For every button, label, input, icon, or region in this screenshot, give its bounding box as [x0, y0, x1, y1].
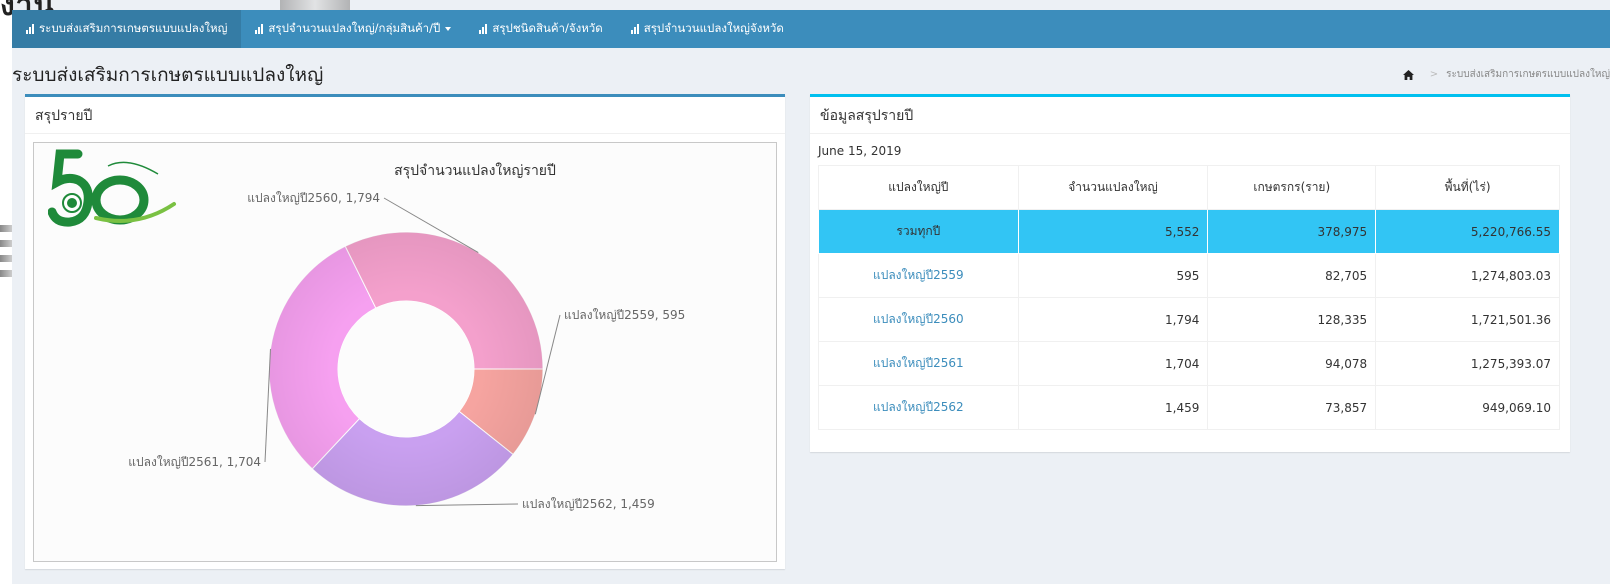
box-title: สรุปรายปี — [25, 97, 785, 134]
cell-plots: 5,552 — [1017, 209, 1209, 254]
column-header-year: แปลงใหญ่ปี — [818, 165, 1019, 210]
home-icon[interactable] — [1402, 69, 1414, 80]
slice-label: แปลงใหญ่ปี2559, 595 — [564, 308, 685, 322]
chevron-down-icon — [445, 27, 452, 31]
top-artifact — [280, 0, 350, 10]
box-title: ข้อมูลสรุปรายปี — [810, 97, 1570, 134]
summary-date: June 15, 2019 — [818, 144, 902, 158]
nav-item-label: สรุปจำนวนแปลงใหญ่จังหวัด — [643, 21, 784, 35]
table-row: แปลงใหญ่ปี2559 595 82,705 1,274,803.03 — [818, 253, 1560, 298]
nav-item-label: สรุปชนิดสินค้า/จังหวัด — [492, 21, 603, 35]
edge-artifact — [0, 270, 12, 277]
top-navbar: ระบบส่งเสริมการเกษตรแบบแปลงใหญ่ สรุปจำนว… — [12, 10, 1610, 48]
slice-label: แปลงใหญ่ปี2561, 1,704 — [128, 455, 261, 469]
bar-chart-icon — [255, 24, 264, 34]
nav-item-plots-province[interactable]: สรุปจำนวนแปลงใหญ่จังหวัด — [617, 10, 798, 48]
nav-item-label: สรุปจำนวนแปลงใหญ่/กลุ่มสินค้า/ปี — [268, 21, 441, 35]
cell-farmers: 82,705 — [1207, 253, 1377, 298]
page-title: ระบบส่งเสริมการเกษตรแบบแปลงใหญ่ — [12, 64, 324, 86]
nav-item-product-province[interactable]: สรุปชนิดสินค้า/จังหวัด — [465, 10, 616, 48]
cell-area: 5,220,766.55 — [1375, 209, 1560, 254]
edge-artifact — [0, 225, 12, 232]
cell-area: 1,721,501.36 — [1375, 297, 1560, 342]
year-link[interactable]: แปลงใหญ่ปี2559 — [818, 253, 1019, 298]
cell-farmers: 73,857 — [1207, 385, 1377, 430]
cell-farmers: 94,078 — [1207, 341, 1377, 386]
summary-table: แปลงใหญ่ปี จำนวนแปลงใหญ่ เกษตรกร(ราย) พื… — [818, 165, 1560, 430]
yearly-summary-box: สรุปรายปี สรุปจำนวนแปลงใหญ่รายปี แปลงใหญ… — [25, 94, 785, 569]
column-header-farmers: เกษตรกร(ราย) — [1207, 165, 1377, 210]
breadcrumb-current: ระบบส่งเสริมการเกษตรแบบแปลงใหญ่ — [1446, 69, 1610, 80]
bar-chart-icon — [630, 24, 639, 34]
label-leader-line — [264, 348, 271, 463]
donut-hole — [338, 301, 474, 437]
nav-item-main-system[interactable]: ระบบส่งเสริมการเกษตรแบบแปลงใหญ่ — [12, 10, 242, 48]
edge-artifact — [0, 255, 12, 262]
column-header-plots: จำนวนแปลงใหญ่ — [1017, 165, 1209, 210]
year-link[interactable]: แปลงใหญ่ปี2560 — [818, 297, 1019, 342]
breadcrumb: > ระบบส่งเสริมการเกษตรแบบแปลงใหญ่ — [1402, 67, 1610, 82]
bar-chart-icon — [26, 24, 34, 34]
slice-label: แปลงใหญ่ปี2562, 1,459 — [522, 497, 655, 511]
cell-year: รวมทุกปี — [818, 209, 1019, 254]
cell-farmers: 128,335 — [1207, 297, 1377, 342]
cell-area: 1,275,393.07 — [1375, 341, 1560, 386]
cell-plots: 1,794 — [1017, 297, 1209, 342]
left-edge-strip — [0, 0, 12, 584]
cell-plots: 595 — [1017, 253, 1209, 298]
slice-label: แปลงใหญ่ปี2560, 1,794 — [247, 191, 380, 205]
year-link[interactable]: แปลงใหญ่ปี2562 — [818, 385, 1019, 430]
table-header-row: แปลงใหญ่ปี จำนวนแปลงใหญ่ เกษตรกร(ราย) พื… — [818, 165, 1560, 210]
year-link[interactable]: แปลงใหญ่ปี2561 — [818, 341, 1019, 386]
chart-frame: สรุปจำนวนแปลงใหญ่รายปี แปลงใหญ่ปี2559, 5… — [33, 142, 777, 562]
nav-item-label: ระบบส่งเสริมการเกษตรแบบแปลงใหญ่ — [39, 21, 228, 35]
bar-chart-icon — [479, 24, 488, 34]
edge-artifact — [0, 240, 12, 247]
table-row: แปลงใหญ่ปี2561 1,704 94,078 1,275,393.07 — [818, 341, 1560, 386]
table-row-total: รวมทุกปี 5,552 378,975 5,220,766.55 — [818, 209, 1560, 254]
cell-plots: 1,704 — [1017, 341, 1209, 386]
table-row: แปลงใหญ่ปี2562 1,459 73,857 949,069.10 — [818, 385, 1560, 430]
column-header-area: พื้นที่(ไร่) — [1375, 165, 1560, 210]
nav-item-plots-per-group-year[interactable]: สรุปจำนวนแปลงใหญ่/กลุ่มสินค้า/ปี — [241, 10, 465, 48]
cell-farmers: 378,975 — [1207, 209, 1377, 254]
table-row: แปลงใหญ่ปี2560 1,794 128,335 1,721,501.3… — [818, 297, 1560, 342]
cell-area: 1,274,803.03 — [1375, 253, 1560, 298]
cell-area: 949,069.10 — [1375, 385, 1560, 430]
label-leader-line — [415, 503, 519, 507]
cell-plots: 1,459 — [1017, 385, 1209, 430]
yearly-data-box: ข้อมูลสรุปรายปี June 15, 2019 แปลงใหญ่ปี… — [810, 94, 1570, 452]
donut-chart: แปลงใหญ่ปี2559, 595 แปลงใหญ่ปี2562, 1,459… — [128, 191, 685, 511]
breadcrumb-separator: > — [1429, 69, 1439, 80]
